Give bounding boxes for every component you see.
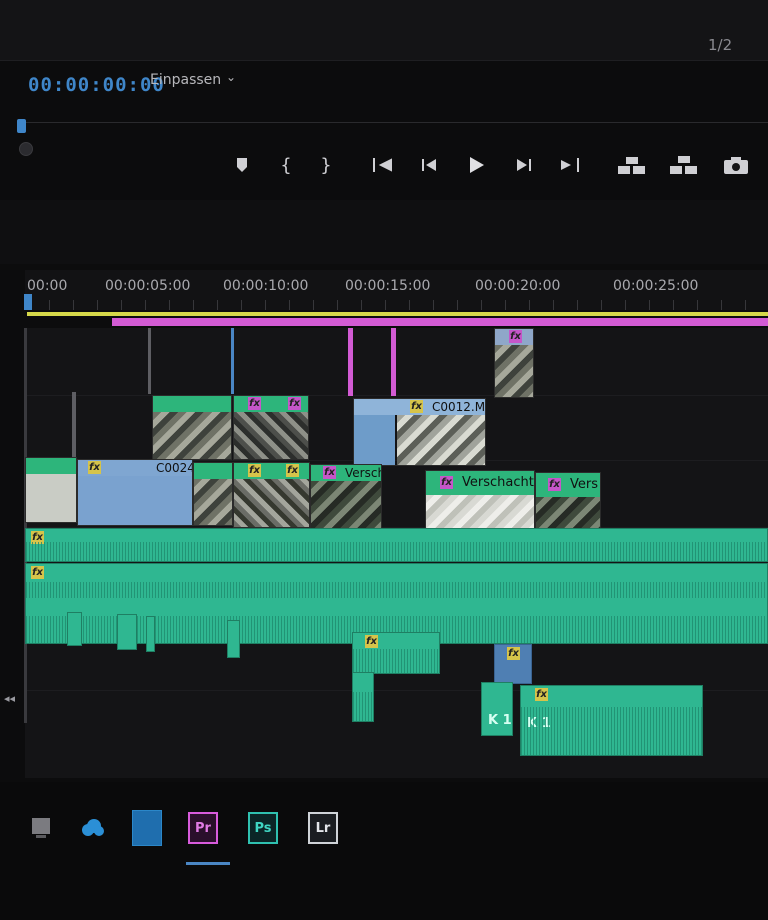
ruler-tick-label: 00:00:05:00 bbox=[105, 278, 191, 294]
clip-label-icon bbox=[36, 459, 49, 472]
track-scroll-icon[interactable]: ◂◂ bbox=[4, 692, 15, 705]
audio-clip[interactable]: fx K 1 bbox=[520, 685, 703, 756]
transport-controls: { } bbox=[225, 150, 765, 182]
video-clip[interactable]: fx fx bbox=[233, 462, 310, 528]
ruler-tick-marks bbox=[25, 300, 768, 310]
mark-in-icon[interactable]: { bbox=[269, 150, 303, 180]
video-clip[interactable]: C0024 fx bbox=[77, 459, 193, 526]
nested-sequence-clip[interactable]: Verscha fx bbox=[310, 464, 382, 532]
premiere-pro-icon[interactable]: Pr bbox=[188, 812, 218, 844]
lightroom-icon[interactable]: Lr bbox=[308, 812, 338, 844]
resolution-dropdown[interactable]: 1/2 bbox=[708, 36, 732, 54]
edit-marker bbox=[72, 392, 76, 458]
fx-badge-icon: fx bbox=[248, 397, 261, 410]
extract-icon[interactable] bbox=[667, 150, 701, 180]
ruler-tick-label: 00:00:10:00 bbox=[223, 278, 309, 294]
go-to-in-icon[interactable] bbox=[365, 150, 399, 180]
audio-clip[interactable]: K 1 bbox=[481, 682, 513, 736]
playhead-line bbox=[24, 328, 27, 723]
video-clip[interactable] bbox=[348, 328, 353, 396]
fx-badge-icon: fx bbox=[410, 400, 423, 413]
video-clip[interactable]: C0012.MP fx bbox=[353, 398, 486, 466]
zoom-scroll-handle[interactable] bbox=[19, 142, 33, 156]
video-clip[interactable] bbox=[193, 462, 233, 526]
camera-icon[interactable] bbox=[719, 150, 753, 180]
clip-name: Verscha bbox=[311, 465, 381, 481]
step-back-icon[interactable] bbox=[412, 150, 446, 180]
lift-icon[interactable] bbox=[615, 150, 649, 180]
taskbar bbox=[0, 782, 768, 920]
clip-name: Vers bbox=[536, 473, 600, 497]
media-encoder-icon[interactable] bbox=[26, 812, 56, 844]
audio-clip[interactable] bbox=[352, 672, 374, 722]
audio-clip[interactable] bbox=[227, 620, 240, 658]
fx-badge-icon: fx bbox=[31, 566, 44, 579]
monitor-divider bbox=[0, 60, 768, 61]
photoshop-icon[interactable]: Ps bbox=[248, 812, 278, 844]
work-area-bar[interactable] bbox=[27, 312, 768, 316]
step-forward-icon[interactable] bbox=[507, 150, 541, 180]
fx-badge-icon: fx bbox=[248, 464, 261, 477]
fx-badge-icon: fx bbox=[365, 635, 378, 648]
audio-clip[interactable] bbox=[117, 614, 137, 650]
edit-marker bbox=[231, 328, 234, 394]
audio-clip[interactable] bbox=[67, 612, 82, 646]
mark-out-icon[interactable]: } bbox=[309, 150, 343, 180]
fx-badge-icon: fx bbox=[507, 647, 520, 660]
timeline-playhead[interactable] bbox=[24, 294, 32, 310]
fx-badge-icon: fx bbox=[323, 466, 336, 479]
fx-badge-icon: fx bbox=[509, 330, 522, 343]
audio-clip-label: K 1 bbox=[488, 713, 512, 728]
window-icon[interactable] bbox=[132, 810, 162, 846]
monitor-playhead[interactable] bbox=[17, 119, 26, 133]
marker-icon[interactable] bbox=[225, 150, 259, 180]
edit-marker bbox=[148, 328, 151, 394]
video-clip[interactable]: fx bbox=[494, 328, 534, 398]
fx-badge-icon: fx bbox=[535, 688, 548, 701]
ruler-tick-label: 00:00:20:00 bbox=[475, 278, 561, 294]
nested-sequence-bar[interactable] bbox=[112, 318, 768, 326]
track-divider bbox=[25, 395, 768, 396]
ruler-tick-label: 00:00:25:00 bbox=[613, 278, 699, 294]
playhead-timecode[interactable]: 00:00:00:00 bbox=[28, 74, 165, 96]
audio-clip[interactable]: fx bbox=[352, 632, 440, 674]
video-clip[interactable] bbox=[391, 328, 396, 396]
audio-clip[interactable]: fx bbox=[25, 528, 768, 562]
play-icon[interactable] bbox=[459, 150, 493, 180]
active-app-indicator bbox=[186, 862, 230, 865]
audio-clip[interactable]: fx bbox=[494, 644, 532, 684]
go-to-out-icon[interactable] bbox=[553, 150, 587, 180]
video-clip[interactable]: fx fx bbox=[233, 395, 309, 460]
fx-badge-icon: fx bbox=[288, 397, 301, 410]
fx-badge-icon: fx bbox=[88, 461, 101, 474]
fx-badge-icon: fx bbox=[548, 478, 561, 491]
video-clip[interactable] bbox=[152, 395, 232, 460]
fx-badge-icon: fx bbox=[286, 464, 299, 477]
monitor-time-ruler[interactable] bbox=[25, 104, 768, 123]
audio-clip[interactable] bbox=[146, 616, 155, 652]
video-clip[interactable] bbox=[25, 457, 77, 523]
clip-label-icon bbox=[167, 397, 180, 410]
panel-divider bbox=[0, 200, 768, 264]
chevron-down-icon[interactable]: ⌄ bbox=[226, 70, 236, 84]
creative-cloud-icon[interactable] bbox=[78, 812, 108, 844]
zoom-level-dropdown[interactable]: Einpassen bbox=[150, 72, 221, 88]
ruler-tick-label: 00:00:15:00 bbox=[345, 278, 431, 294]
program-monitor-viewer bbox=[0, 0, 768, 60]
ruler-tick-label: 00:00 bbox=[27, 278, 68, 294]
fx-badge-icon: fx bbox=[440, 476, 453, 489]
